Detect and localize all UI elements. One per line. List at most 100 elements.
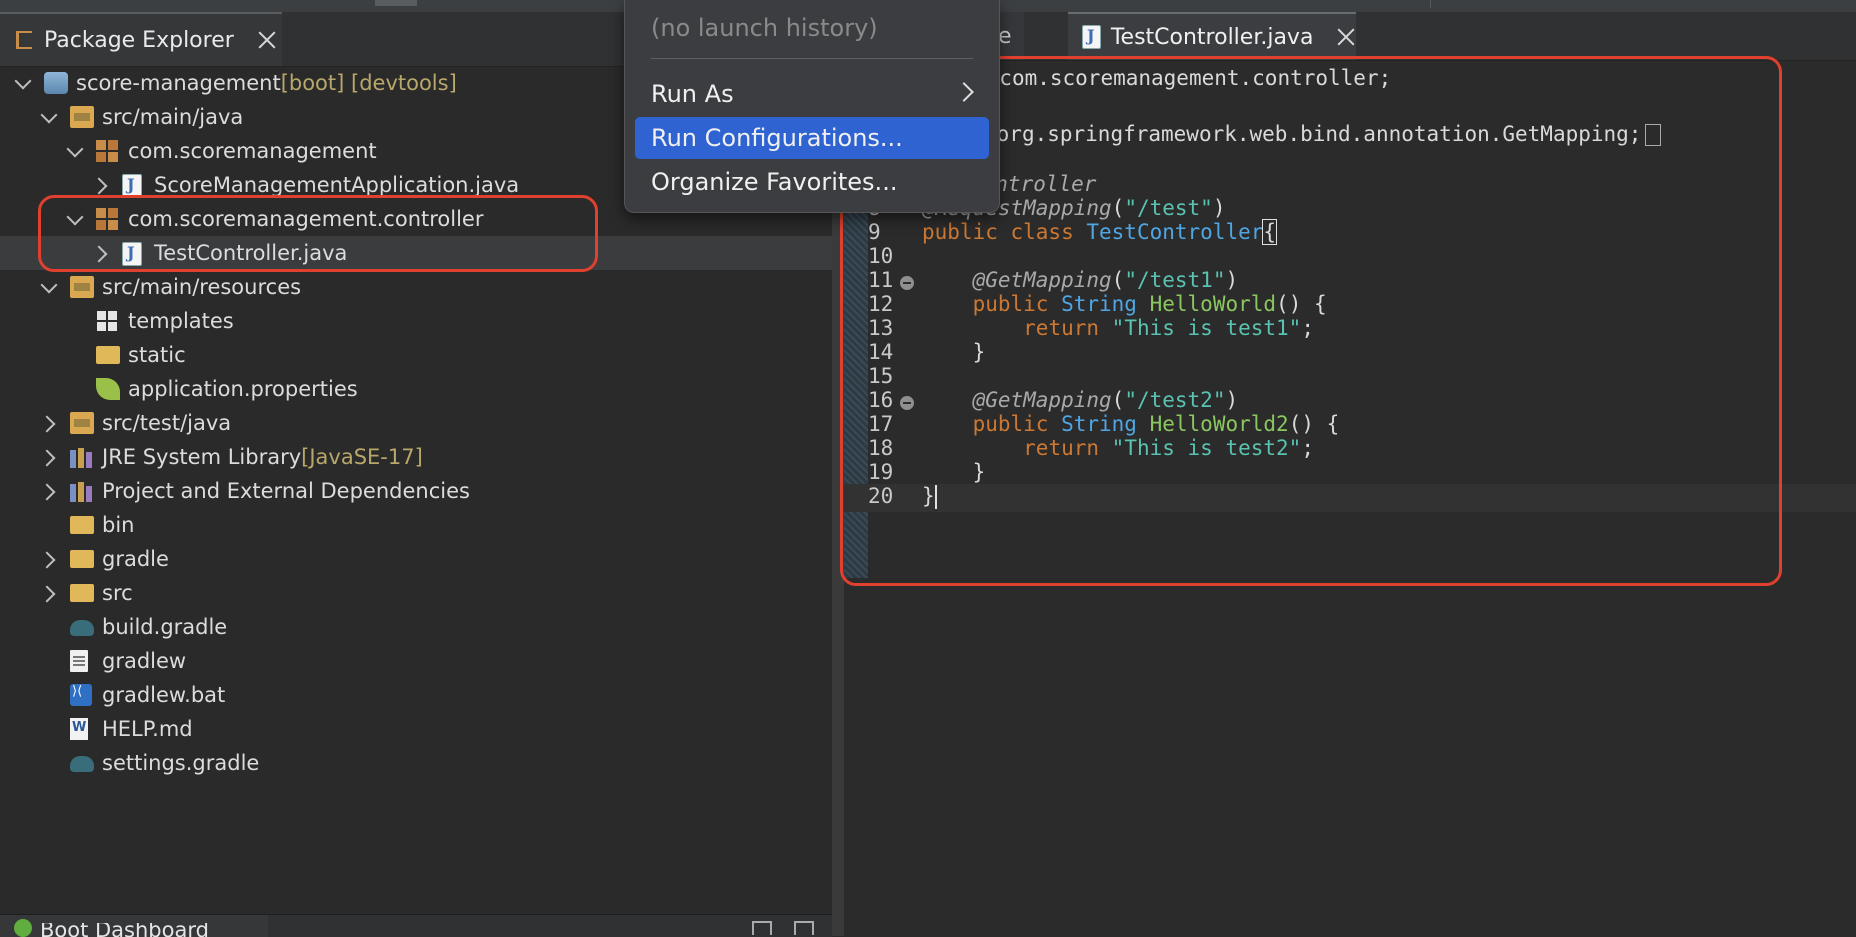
word-file-icon (70, 718, 88, 740)
source-folder-icon (70, 412, 94, 434)
chevron-right-icon (954, 82, 974, 102)
tree-item[interactable]: Project and External Dependencies (0, 474, 832, 508)
fold-collapse-icon[interactable] (900, 276, 914, 290)
chevron-right-icon[interactable] (40, 584, 58, 602)
toolbar-handle[interactable] (375, 0, 417, 6)
tree-item-label: com.scoremanagement.controller (128, 207, 484, 231)
tree-item[interactable]: static (0, 338, 832, 372)
tree-item-label: templates (128, 309, 234, 333)
chevron-down-icon[interactable] (14, 74, 32, 92)
tree-item[interactable]: HELP.md (0, 712, 832, 746)
java-file-icon (122, 174, 142, 198)
line-number: 15 (868, 364, 894, 388)
spring-boot-icon (14, 919, 32, 937)
code-text: } (922, 484, 937, 509)
chevron-down-icon[interactable] (40, 278, 58, 296)
line-number: 17 (868, 412, 894, 436)
tree-item-label: gradle (102, 547, 169, 571)
tab-testcontroller-java[interactable]: TestController.java (1068, 12, 1356, 60)
fold-collapse-icon[interactable] (900, 396, 914, 410)
chevron-down-icon[interactable] (66, 210, 84, 228)
tree-item-label: TestController.java (154, 241, 348, 265)
text-file-icon (70, 650, 88, 672)
tree-item[interactable]: TestController.java (0, 236, 832, 270)
tree-item-label: application.properties (128, 377, 358, 401)
java-file-icon (122, 242, 142, 266)
tree-item-label: JRE System Library[JavaSE-17] (102, 445, 423, 469)
bottom-panel-tabbar: Boot Dashboard (0, 914, 832, 937)
tree-item[interactable]: gradlew (0, 644, 832, 678)
close-icon[interactable] (1335, 26, 1356, 48)
leaf-icon (96, 378, 120, 400)
line-number: 9 (868, 220, 881, 244)
code-text: return "This is test2"; (1023, 436, 1314, 460)
tree-item-decoration: [boot] [devtools] (280, 71, 457, 95)
code-text: public String HelloWorld2() { (972, 412, 1340, 436)
gradle-icon (70, 620, 94, 636)
tree-item[interactable]: templates (0, 304, 832, 338)
tree-item[interactable]: settings.gradle (0, 746, 832, 780)
tree-item[interactable]: gradlew.bat (0, 678, 832, 712)
chevron-down-icon[interactable] (40, 108, 58, 126)
tree-item-label: score-management[boot] [devtools] (76, 71, 457, 95)
folder-icon (70, 516, 94, 534)
chevron-right-icon[interactable] (40, 550, 58, 568)
menu-item-label: Run As (651, 80, 734, 108)
tree-item[interactable]: application.properties (0, 372, 832, 406)
tree-item[interactable]: src/test/java (0, 406, 832, 440)
collapsed-imports-marker[interactable] (1645, 124, 1662, 146)
tree-item[interactable]: src/main/resources (0, 270, 832, 304)
code-text: } (972, 340, 986, 364)
tab-label: e (998, 24, 1012, 49)
tab-boot-dashboard[interactable]: Boot Dashboard (0, 915, 268, 937)
tab-package-explorer[interactable]: Package Explorer (0, 12, 282, 66)
folder-icon (70, 584, 94, 602)
line-number: 19 (868, 460, 894, 484)
tree-item[interactable]: JRE System Library[JavaSE-17] (0, 440, 832, 474)
menu-item-organize-favorites[interactable]: Organize Favorites... (625, 162, 999, 202)
tree-item-label: gradlew.bat (102, 683, 226, 707)
chevron-down-icon[interactable] (66, 142, 84, 160)
menu-item-run-as[interactable]: Run As (625, 74, 999, 114)
chevron-right-icon[interactable] (40, 448, 58, 466)
tree-item-label: src (102, 581, 133, 605)
code-text: gecom.scoremanagement.controller; (974, 66, 1392, 90)
java-file-icon (1082, 25, 1101, 49)
project-icon (44, 72, 68, 94)
tab-label: Boot Dashboard (40, 923, 209, 937)
maximize-icon[interactable] (794, 921, 814, 935)
package-icon (96, 208, 120, 230)
code-text: public String HelloWorld() { (972, 292, 1327, 316)
source-folder-icon (70, 106, 94, 128)
code-text: public class TestController{ (922, 219, 1278, 245)
tree-item-label: ScoreManagementApplication.java (154, 173, 520, 197)
tree-item[interactable]: bin (0, 508, 832, 542)
tree-item-label: src/main/resources (102, 275, 302, 299)
tab-label: Package Explorer (44, 27, 234, 53)
menu-item-label: Organize Favorites... (651, 168, 898, 196)
tree-item[interactable]: src (0, 576, 832, 610)
package-explorer-icon (14, 29, 34, 51)
tree-item[interactable]: gradle (0, 542, 832, 576)
close-icon[interactable] (256, 29, 278, 51)
run-dropdown-menu: (no launch history) Run As Run Configura… (624, 0, 1000, 213)
folder-icon (70, 550, 94, 568)
minimize-icon[interactable] (752, 921, 772, 935)
line-number: 18 (868, 436, 894, 460)
tree-item-decoration: [JavaSE-17] (301, 445, 423, 469)
chevron-right-icon[interactable] (92, 176, 110, 194)
menu-item-run-configurations[interactable]: Run Configurations... (635, 117, 989, 159)
code-line[interactable]: 20} (844, 484, 1856, 512)
code-text: } (972, 460, 986, 484)
tree-item-label: gradlew (102, 649, 187, 673)
folder-icon (96, 346, 120, 364)
tree-item[interactable]: build.gradle (0, 610, 832, 644)
chevron-right-icon[interactable] (40, 482, 58, 500)
chevron-right-icon[interactable] (92, 244, 110, 262)
toolbar-separator (1430, 0, 1431, 8)
tab-label: TestController.java (1110, 24, 1314, 50)
line-number: 12 (868, 292, 894, 316)
tree-item-label: settings.gradle (102, 751, 260, 775)
tree-item-label: com.scoremanagement (128, 139, 377, 163)
chevron-right-icon[interactable] (40, 414, 58, 432)
